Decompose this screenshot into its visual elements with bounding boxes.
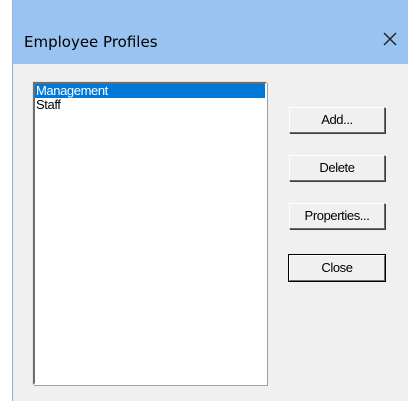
list-item-staff[interactable]: Staff bbox=[35, 98, 265, 112]
close-icon[interactable] bbox=[378, 28, 402, 52]
title-bar[interactable]: Employee Profiles bbox=[13, 0, 408, 64]
delete-button[interactable]: Delete bbox=[289, 155, 385, 181]
properties-button[interactable]: Properties... bbox=[289, 203, 385, 229]
employee-profiles-dialog: Employee Profiles Management Staff Add..… bbox=[12, 0, 408, 401]
profiles-listbox[interactable]: Management Staff bbox=[33, 82, 267, 385]
window-title: Employee Profiles bbox=[24, 33, 158, 51]
list-item-management[interactable]: Management bbox=[35, 84, 265, 98]
close-button[interactable]: Close bbox=[288, 254, 386, 282]
add-button[interactable]: Add... bbox=[289, 107, 385, 133]
